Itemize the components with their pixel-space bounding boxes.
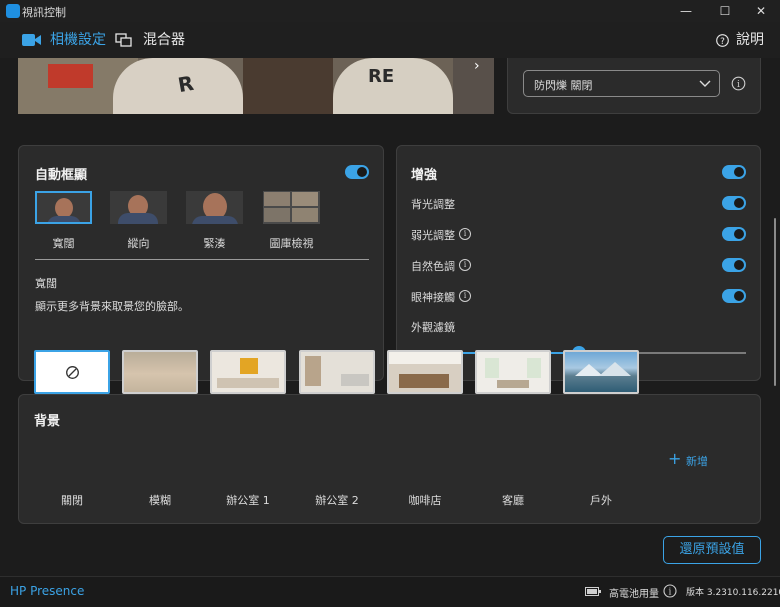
help-icon: ? [716, 34, 729, 47]
tab-camera-settings-label: 相機設定 [50, 32, 106, 48]
frame-description: 顯示更多背景來取景您的臉部。 [35, 300, 189, 313]
camera-preview: R RE › [18, 58, 494, 114]
background-option-blur-label: 模糊 [149, 494, 171, 507]
info-icon[interactable]: i [731, 76, 746, 91]
scrollbar[interactable] [774, 218, 776, 386]
flicker-dropdown-value: 防閃爍 關閉 [534, 79, 593, 92]
lowlight-label: 弱光調整 [411, 229, 455, 242]
background-option-off-label: 關閉 [61, 494, 83, 507]
frame-option-wide-label: 寬闊 [52, 237, 75, 250]
background-option-office-2[interactable] [299, 350, 375, 394]
mixer-icon [115, 33, 132, 47]
help-button[interactable]: ? 說明 [716, 30, 766, 50]
minimize-button[interactable]: — [667, 0, 705, 22]
add-background-label: 新增 [686, 455, 708, 468]
background-option-office-1-label: 辦公室 1 [226, 494, 270, 507]
auto-frame-toggle[interactable] [345, 165, 369, 179]
flicker-card: 防閃爍 關閉 i [507, 58, 761, 114]
app-camera-icon [6, 4, 20, 18]
tab-camera-settings[interactable]: 相機設定 [22, 30, 106, 50]
tab-mixer-label: 混合器 [143, 32, 185, 48]
background-option-living-room[interactable] [475, 350, 551, 394]
background-option-office-1[interactable] [210, 350, 286, 394]
natural-tone-label: 自然色調 [411, 260, 455, 273]
window-title: 視訊控制 [22, 6, 66, 19]
tab-mixer[interactable]: 混合器 [115, 30, 185, 50]
background-title: 背景 [34, 414, 61, 429]
battery-icon [585, 587, 601, 596]
chevron-right-icon[interactable]: › [474, 58, 480, 74]
frame-option-wide[interactable] [35, 191, 92, 224]
frame-option-portrait[interactable] [110, 191, 167, 224]
background-option-office-2-label: 辦公室 2 [315, 494, 359, 507]
flicker-dropdown[interactable]: 防閃爍 關閉 [523, 70, 720, 97]
reset-defaults-button[interactable]: 還原預設值 [663, 536, 761, 564]
close-button[interactable]: ✕ [742, 0, 780, 22]
divider [35, 259, 369, 260]
prohibited-icon [66, 366, 79, 379]
eye-contact-info-icon[interactable]: i [459, 290, 471, 302]
frame-option-portrait-label: 縱向 [127, 237, 150, 250]
add-background-button[interactable]: + 新增 [668, 449, 728, 468]
version-label: 版本 3.2310.116.22101 [686, 588, 780, 598]
frame-option-tight[interactable] [186, 191, 243, 224]
background-option-living-room-label: 客廳 [502, 494, 524, 507]
maximize-button[interactable]: ☐ [706, 0, 744, 22]
backlight-toggle[interactable] [722, 196, 746, 210]
frame-option-tight-label: 緊湊 [203, 237, 226, 250]
plus-icon: + [668, 449, 682, 468]
background-option-cafe-label: 咖啡店 [408, 494, 442, 507]
svg-text:i: i [669, 588, 672, 598]
eye-contact-toggle[interactable] [722, 289, 746, 303]
enhance-toggle[interactable] [722, 165, 746, 179]
enhance-card: 增強 背光調整 弱光調整 i 自然色調 i 眼神接觸 i 外觀濾鏡 [396, 145, 761, 381]
video-camera-icon [22, 34, 41, 46]
frame-option-gallery[interactable] [263, 191, 320, 224]
settings-content[interactable]: R RE › 防閃爍 關閉 i 自動框顯 寬闊 縱向 緊湊 圖庫檢視 寬闊 顯示… [0, 58, 776, 576]
top-nav: 相機設定 混合器 ? 說明 [0, 22, 780, 58]
lowlight-toggle[interactable] [722, 227, 746, 241]
help-label: 說明 [736, 32, 764, 48]
status-bar: HP Presence 高電池用量 i 版本 3.2310.116.22101 [0, 576, 780, 607]
title-bar: 視訊控制 — ☐ ✕ [0, 0, 780, 22]
brand-label: HP Presence [10, 584, 85, 598]
natural-tone-info-icon[interactable]: i [459, 259, 471, 271]
background-option-cafe[interactable] [387, 350, 463, 394]
appearance-filter-label: 外觀濾鏡 [411, 321, 455, 334]
lowlight-info-icon[interactable]: i [459, 228, 471, 240]
background-option-blur[interactable] [122, 350, 198, 394]
natural-tone-toggle[interactable] [722, 258, 746, 272]
selected-frame-name: 寬闊 [35, 277, 57, 290]
info-icon[interactable]: i [663, 584, 677, 598]
svg-text:i: i [737, 80, 740, 90]
enhance-title: 增強 [411, 168, 438, 183]
backlight-label: 背光調整 [411, 198, 455, 211]
chevron-down-icon [699, 80, 711, 87]
auto-frame-card: 自動框顯 寬闊 縱向 緊湊 圖庫檢視 寬闊 顯示更多背景來取景您的臉部。 [18, 145, 384, 381]
eye-contact-label: 眼神接觸 [411, 291, 455, 304]
background-option-off[interactable] [34, 350, 110, 394]
battery-usage-label: 高電池用量 [609, 589, 659, 600]
svg-text:?: ? [720, 37, 725, 47]
background-option-outdoor-label: 戶外 [590, 494, 612, 507]
frame-option-gallery-label: 圖庫檢視 [269, 237, 314, 250]
auto-frame-title: 自動框顯 [35, 168, 88, 183]
background-option-outdoor[interactable] [563, 350, 639, 394]
